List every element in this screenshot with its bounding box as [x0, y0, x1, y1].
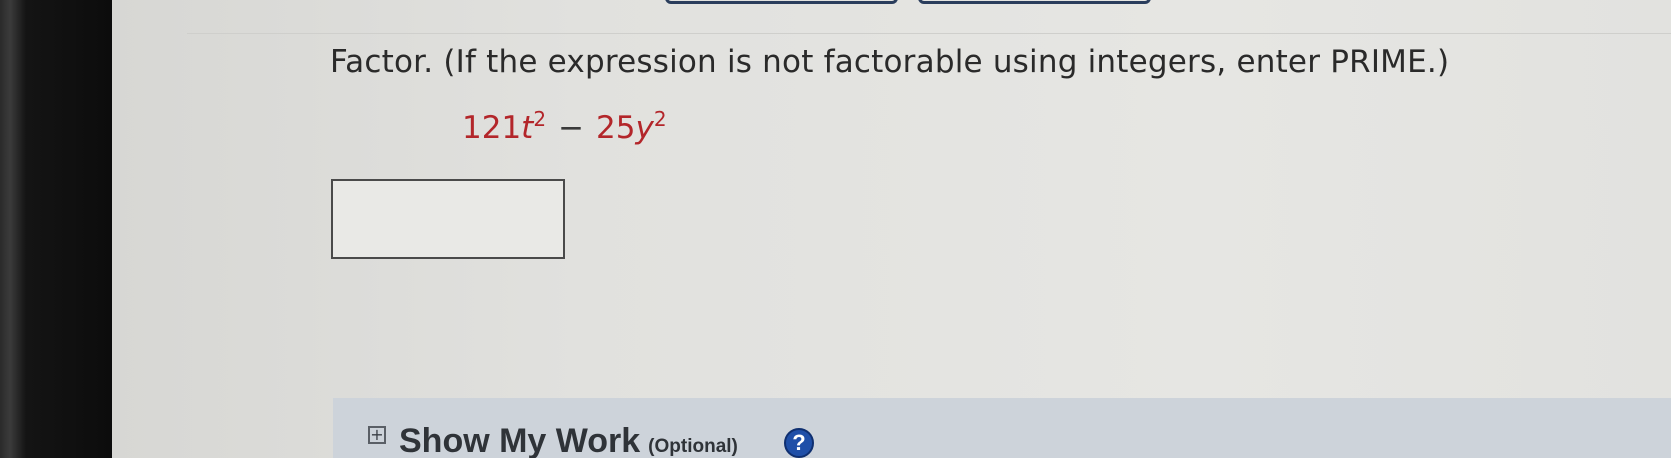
term2-variable: y — [635, 110, 654, 146]
top-panel — [187, 0, 1671, 34]
expand-plus-icon[interactable]: + — [368, 426, 386, 444]
monitor-bezel — [0, 0, 112, 458]
top-button-right[interactable] — [918, 0, 1151, 4]
show-my-work-panel: + Show My Work (Optional) ? — [333, 398, 1671, 458]
term2-coefficient: 25 — [596, 110, 636, 146]
show-my-work-heading[interactable]: Show My Work (Optional) — [399, 422, 738, 458]
answer-input[interactable] — [331, 179, 565, 259]
optional-label: (Optional) — [648, 436, 738, 457]
help-icon[interactable]: ? — [784, 428, 814, 458]
term1-variable: t — [521, 110, 534, 146]
webassign-screen: Factor. (If the expression is not factor… — [112, 0, 1671, 458]
top-button-left[interactable] — [665, 0, 898, 4]
question-instruction: Factor. (If the expression is not factor… — [330, 44, 1450, 80]
term1-exponent: 2 — [533, 107, 547, 131]
term2-exponent: 2 — [653, 107, 667, 131]
term1-coefficient: 121 — [462, 110, 522, 146]
show-my-work-label: Show My Work — [399, 422, 641, 458]
math-expression: 121t2−25y2 — [462, 107, 667, 146]
minus-operator: − — [558, 110, 585, 146]
